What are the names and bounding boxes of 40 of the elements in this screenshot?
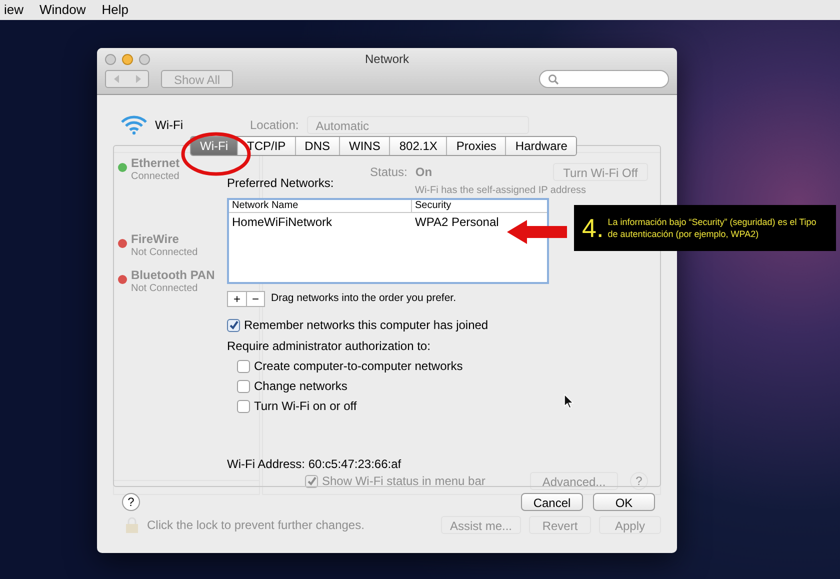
help-button[interactable]: ? [122, 493, 140, 511]
service-status: Not Connected [131, 282, 199, 295]
tab[interactable]: 802.1X [389, 137, 446, 155]
column-header[interactable]: Network Name [229, 200, 412, 212]
menu-item[interactable]: Help [102, 0, 129, 20]
location-label: Location: [250, 117, 299, 134]
wifi-address: Wi-Fi Address: 60:c5:47:23:66:af [227, 456, 402, 473]
service-title: Wi-Fi [155, 117, 183, 134]
lock-note: Click the lock to prevent further changes. [147, 517, 364, 534]
remove-button[interactable]: − [246, 292, 264, 306]
menu-item[interactable]: Window [40, 0, 86, 20]
tab[interactable]: Hardware [505, 137, 576, 155]
add-button[interactable]: + [228, 292, 246, 306]
column-header[interactable]: Security [412, 200, 452, 212]
tab[interactable]: WINS [339, 137, 390, 155]
menu-item[interactable]: iew [4, 0, 24, 20]
require-label: Require administrator authorization to: [227, 338, 430, 355]
dialog-button[interactable]: OK [593, 493, 655, 511]
option-label: Create computer-to-computer networks [254, 358, 463, 375]
drag-hint: Drag networks into the order you prefer. [271, 291, 456, 306]
status-label: Status: [370, 164, 408, 181]
remember-networks-label: Remember networks this computer has joined [244, 317, 488, 334]
step-number: 4. [582, 215, 604, 241]
option-label: Turn Wi-Fi on or off [254, 398, 357, 415]
table-cell-text: WPA2 Personal [415, 214, 499, 230]
option-label: Change networks [254, 378, 348, 395]
tab[interactable]: Proxies [446, 137, 506, 155]
preferred-networks-label: Preferred Networks: [227, 175, 334, 192]
show-status-label: Show Wi-Fi status in menu bar [322, 473, 486, 490]
tab[interactable]: Wi-Fi [191, 137, 237, 155]
service-status: Not Connected [131, 246, 198, 259]
status-note: Wi-Fi has the self-assigned IP address [415, 184, 586, 198]
table-cell-text: HomeWiFiNetwork [231, 214, 334, 230]
tab[interactable]: DNS [294, 137, 339, 155]
annotation-text: La información bajo “Security” (seguridad) es el Tipo de autenticación (por ejemplo, WPA2) [608, 216, 818, 240]
window-title: Network [364, 51, 410, 68]
tab[interactable]: TCP/IP [236, 137, 295, 155]
service-status: Connected [131, 170, 180, 183]
status-value: On [415, 164, 432, 181]
dialog-button[interactable]: Cancel [521, 493, 583, 511]
